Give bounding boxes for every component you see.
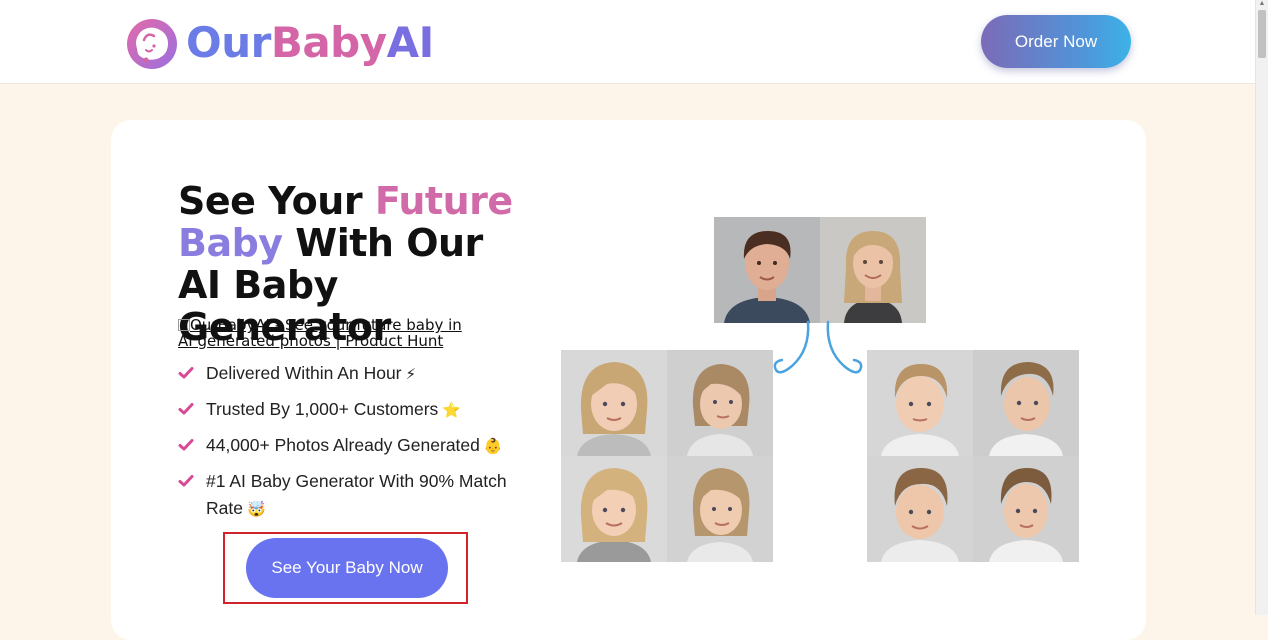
feature-item: 44,000+ Photos Already Generated 👶 (178, 432, 518, 460)
child-photo (867, 456, 973, 562)
see-your-baby-button[interactable]: See Your Baby Now (246, 538, 448, 598)
logo-ai: AI (386, 17, 435, 67)
feature-item: #1 AI Baby Generator With 90% Match Rate… (178, 468, 518, 523)
child-photo (973, 456, 1079, 562)
mind-blown-icon: 🤯 (246, 501, 266, 518)
star-icon: ⭐ (442, 402, 461, 419)
logo[interactable]: OurBabyAI (124, 14, 434, 70)
headline-part1: See Your (178, 179, 375, 223)
check-icon (178, 439, 194, 451)
page-scrollbar[interactable]: ▲ (1255, 0, 1268, 615)
feature-text: Delivered Within An Hour (206, 363, 402, 383)
order-now-button[interactable]: Order Now (981, 15, 1131, 68)
woman-portrait-icon (820, 217, 926, 323)
product-hunt-alt-text: OurBabyAI - See your future baby in AI g… (178, 316, 462, 350)
child-portrait-icon (973, 350, 1079, 456)
feature-list: Delivered Within An Hour ⚡ Trusted By 1,0… (178, 360, 518, 531)
parent-photo-woman (820, 217, 926, 323)
child-portrait-icon (867, 350, 973, 456)
lightning-icon: ⚡ (405, 366, 417, 383)
child-photo (561, 456, 667, 562)
product-hunt-badge-link[interactable]: OurBabyAI - See your future baby in AI g… (178, 316, 478, 350)
child-portrait-icon (667, 456, 773, 562)
headline-future: Future (374, 179, 513, 223)
check-icon (178, 403, 194, 415)
man-portrait-icon (714, 217, 820, 323)
parent-photo-man (714, 217, 820, 323)
child-photo (667, 350, 773, 456)
child-portrait-icon (561, 456, 667, 562)
child-portrait-icon (667, 350, 773, 456)
headline-baby: Baby (178, 221, 283, 265)
child-photo (561, 350, 667, 456)
child-portrait-icon (973, 456, 1079, 562)
feature-text: 44,000+ Photos Already Generated (206, 435, 480, 455)
feature-text: Trusted By 1,000+ Customers (206, 399, 439, 419)
scroll-up-icon[interactable]: ▲ (1258, 0, 1266, 8)
feature-item: Trusted By 1,000+ Customers ⭐ (178, 396, 518, 424)
child-photo (867, 350, 973, 456)
check-icon (178, 475, 194, 487)
scroll-thumb[interactable] (1258, 10, 1266, 58)
logo-wordmark: OurBabyAI (186, 18, 434, 67)
child-photo (973, 350, 1079, 456)
connector-swirl-icon (773, 320, 863, 374)
child-portrait-icon (561, 350, 667, 456)
baby-logo-icon (127, 19, 177, 69)
check-icon (178, 367, 194, 379)
site-header: OurBabyAI Order Now (0, 0, 1256, 84)
logo-our: Our (186, 17, 271, 67)
logo-baby: Baby (270, 17, 387, 67)
child-portrait-icon (867, 456, 973, 562)
child-photo (667, 456, 773, 562)
baby-icon: 👶 (483, 438, 503, 455)
broken-image-icon (178, 319, 190, 331)
feature-item: Delivered Within An Hour ⚡ (178, 360, 518, 388)
